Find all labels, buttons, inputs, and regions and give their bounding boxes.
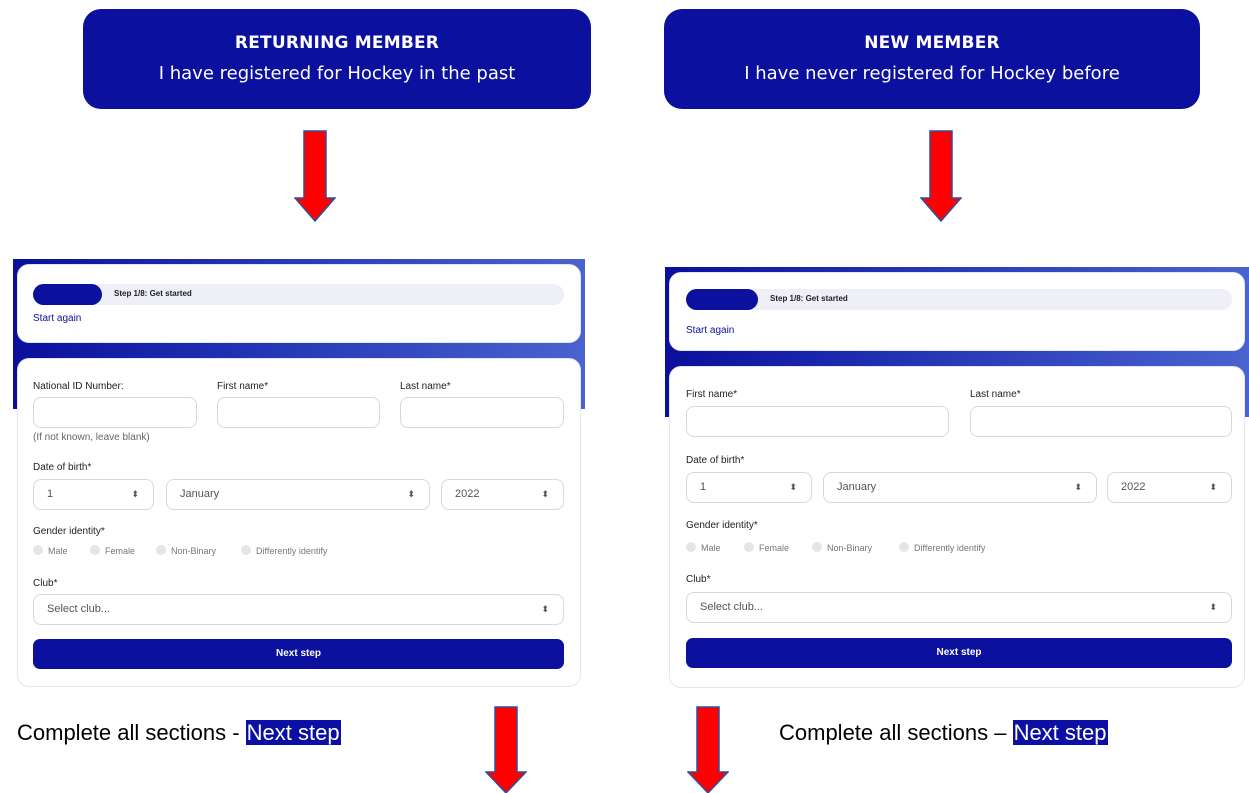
dob-day-value: 1 <box>700 481 707 493</box>
progress-card: Step 1/8: Get started Start again <box>17 264 581 343</box>
national-id-input[interactable] <box>33 397 197 428</box>
radio-icon <box>241 545 251 555</box>
national-id-label: National ID Number: <box>33 381 124 392</box>
select-caret-icon: ⬍ <box>1209 602 1217 612</box>
dob-day-select[interactable]: 1 ⬍ <box>33 479 154 510</box>
returning-member-subheading: I have registered for Hockey in the past <box>158 63 516 84</box>
gender-label: Gender identity* <box>33 526 105 537</box>
gender-radio-male[interactable]: Male <box>33 545 68 556</box>
first-name-label: First name* <box>686 389 738 400</box>
down-arrow-icon <box>920 130 962 222</box>
last-name-label: Last name* <box>400 381 451 392</box>
caption-right: Complete all sections – Next step <box>779 720 1108 746</box>
returning-member-heading: RETURNING MEMBER <box>234 33 440 53</box>
last-name-input[interactable] <box>400 397 564 428</box>
gender-radio-female[interactable]: Female <box>90 545 135 556</box>
start-again-link[interactable]: Start again <box>686 325 734 336</box>
registration-form: First name* Last name* Date of birth* 1 … <box>669 366 1245 688</box>
dob-label: Date of birth* <box>33 462 92 473</box>
dob-year-value: 2022 <box>455 488 480 500</box>
gender-radio-female[interactable]: Female <box>744 542 789 553</box>
down-arrow-icon <box>485 706 527 793</box>
new-member-form-screenshot: Step 1/8: Get started Start again First … <box>665 267 1249 694</box>
gender-radio-non-binary[interactable]: Non-Binary <box>156 545 216 556</box>
caption-left-highlight: Next step <box>245 720 341 745</box>
dob-day-value: 1 <box>47 488 54 500</box>
progress-label: Step 1/8: Get started <box>770 294 848 303</box>
caption-left-text: Complete all sections - <box>17 720 246 745</box>
dob-year-select[interactable]: 2022 ⬍ <box>441 479 564 510</box>
radio-icon <box>33 545 43 555</box>
new-member-heading: NEW MEMBER <box>864 33 1000 53</box>
radio-icon <box>156 545 166 555</box>
dob-year-select[interactable]: 2022 ⬍ <box>1107 472 1232 503</box>
registration-form: National ID Number: First name* Last nam… <box>17 358 581 687</box>
select-caret-icon: ⬍ <box>131 489 139 499</box>
progress-label: Step 1/8: Get started <box>114 289 192 298</box>
caption-left: Complete all sections - Next step <box>17 720 341 746</box>
gender-radio-non-binary[interactable]: Non-Binary <box>812 542 872 553</box>
last-name-label: Last name* <box>970 389 1021 400</box>
select-caret-icon: ⬍ <box>1209 482 1217 492</box>
select-caret-icon: ⬍ <box>541 489 549 499</box>
club-placeholder: Select club... <box>700 601 763 613</box>
new-member-subheading: I have never registered for Hockey befor… <box>744 63 1120 84</box>
dob-label: Date of birth* <box>686 455 745 466</box>
progress-fill <box>33 284 102 305</box>
progress-fill <box>686 289 758 310</box>
returning-member-form-screenshot: Step 1/8: Get started Start again Nation… <box>13 259 585 693</box>
caption-right-text: Complete all sections – <box>779 720 1013 745</box>
first-name-input[interactable] <box>217 397 380 428</box>
first-name-label: First name* <box>217 381 269 392</box>
dob-month-value: January <box>837 481 877 493</box>
select-caret-icon: ⬍ <box>1074 482 1082 492</box>
next-step-button[interactable]: Next step <box>33 639 564 669</box>
club-placeholder: Select club... <box>47 603 110 615</box>
dob-year-value: 2022 <box>1121 481 1146 493</box>
gender-radio-differently-identify[interactable]: Differently identify <box>899 542 985 553</box>
radio-icon <box>899 542 909 552</box>
last-name-input[interactable] <box>970 406 1232 437</box>
select-caret-icon: ⬍ <box>541 604 549 614</box>
next-step-button[interactable]: Next step <box>686 638 1232 668</box>
gender-label: Gender identity* <box>686 520 758 531</box>
progress-bar: Step 1/8: Get started <box>33 284 564 305</box>
down-arrow-icon <box>294 130 336 222</box>
radio-icon <box>686 542 696 552</box>
progress-card: Step 1/8: Get started Start again <box>669 272 1245 351</box>
club-label: Club* <box>686 574 711 585</box>
dob-month-value: January <box>180 488 220 500</box>
club-select[interactable]: Select club... ⬍ <box>686 592 1232 623</box>
national-id-hint: (If not known, leave blank) <box>33 432 150 443</box>
dob-day-select[interactable]: 1 ⬍ <box>686 472 812 503</box>
down-arrow-icon <box>687 706 729 793</box>
club-label: Club* <box>33 578 58 589</box>
radio-icon <box>90 545 100 555</box>
dob-month-select[interactable]: January ⬍ <box>823 472 1097 503</box>
gender-radio-differently-identify[interactable]: Differently identify <box>241 545 327 556</box>
select-caret-icon: ⬍ <box>407 489 415 499</box>
start-again-link[interactable]: Start again <box>33 313 81 324</box>
select-caret-icon: ⬍ <box>789 482 797 492</box>
first-name-input[interactable] <box>686 406 949 437</box>
dob-month-select[interactable]: January ⬍ <box>166 479 430 510</box>
radio-icon <box>744 542 754 552</box>
gender-radio-male[interactable]: Male <box>686 542 721 553</box>
progress-bar: Step 1/8: Get started <box>686 289 1232 310</box>
new-member-button[interactable]: NEW MEMBER I have never registered for H… <box>664 9 1200 109</box>
caption-right-highlight: Next step <box>1012 720 1108 745</box>
club-select[interactable]: Select club... ⬍ <box>33 594 564 625</box>
returning-member-button[interactable]: RETURNING MEMBER I have registered for H… <box>83 9 591 109</box>
radio-icon <box>812 542 822 552</box>
